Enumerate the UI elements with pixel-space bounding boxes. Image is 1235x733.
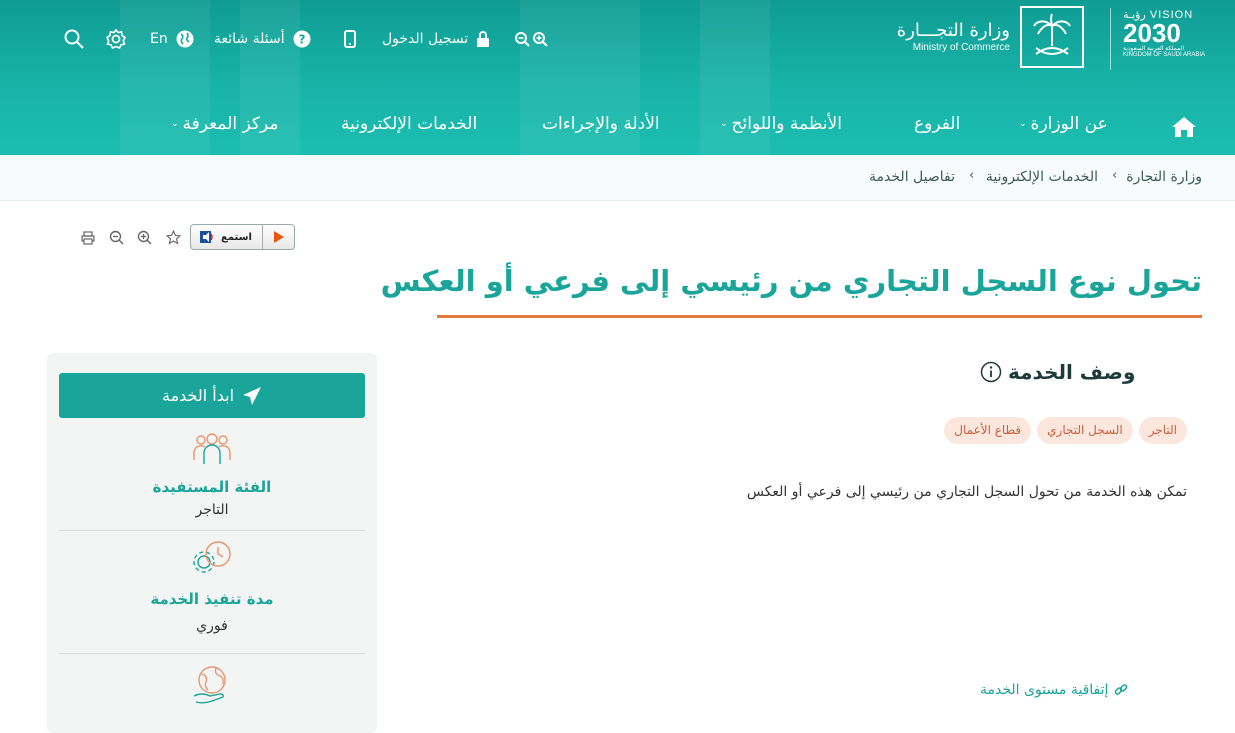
- breadcrumb-item-ministry[interactable]: وزارة التجارة: [1126, 169, 1202, 185]
- ministry-name-arabic: وزارة التجـــارة: [896, 20, 1010, 41]
- nav-item-label: الأدلة والإجراءات: [542, 114, 660, 134]
- sidebar-divider: [59, 653, 365, 654]
- service-description-text: تمكن هذه الخدمة من تحول السجل التجاري من…: [746, 484, 1187, 500]
- help-icon: ?: [293, 30, 311, 48]
- nav-item-eservices[interactable]: الخدمات الإلكترونية: [341, 114, 477, 134]
- nav-item-regulations[interactable]: الأنظمة واللوائح ⌄: [720, 114, 842, 134]
- start-service-button[interactable]: ابدأ الخدمة: [59, 373, 365, 418]
- nav-item-about[interactable]: عن الوزارة ⌄: [1019, 114, 1108, 134]
- login-link[interactable]: تسجيل الدخول: [382, 27, 490, 51]
- listen-label: استمع: [221, 231, 252, 243]
- home-icon[interactable]: [1171, 116, 1197, 138]
- send-icon: [242, 386, 262, 406]
- language-label: En: [150, 31, 168, 47]
- sla-link[interactable]: إتفاقية مستوى الخدمة: [980, 682, 1185, 698]
- breadcrumb: وزارة التجارة › الخدمات الإلكترونية › تف…: [0, 155, 1235, 201]
- beneficiary-label: الفئة المستفيدة: [152, 478, 272, 496]
- lock-icon: [476, 31, 490, 47]
- nav-item-branches[interactable]: الفروع: [914, 114, 960, 134]
- chevron-down-icon: ⌄: [171, 119, 179, 129]
- nav-item-label: الأنظمة واللوائح: [731, 114, 842, 134]
- nav-item-label: مركز المعرفة: [182, 114, 279, 134]
- vision-logo-year: 2030: [1123, 18, 1181, 48]
- clock-gear-icon: [59, 540, 365, 576]
- users-icon: [59, 432, 365, 466]
- main-navigation: عن الوزارة ⌄ الفروع الأنظمة واللوائح ⌄ ا…: [0, 114, 1235, 138]
- sidebar-divider: [59, 530, 365, 531]
- tag-commercial-register[interactable]: السجل التجاري: [1037, 417, 1133, 444]
- info-icon: [980, 361, 1002, 383]
- duration-value: فوري: [196, 618, 228, 634]
- beneficiary-block: الفئة المستفيدة التاجر: [59, 432, 365, 518]
- mobile-icon[interactable]: [344, 27, 356, 51]
- nav-item-label: الفروع: [914, 114, 961, 134]
- channel-block: [59, 662, 365, 706]
- faq-link[interactable]: ? أسئلة شائعة: [214, 27, 311, 51]
- listen-divider: [261, 225, 263, 249]
- zoom-in-icon[interactable]: [532, 27, 548, 51]
- duration-block: مدة تنفيذ الخدمة فوري: [59, 540, 365, 634]
- title-divider: [437, 315, 1202, 318]
- service-description-heading: وصف الخدمة: [980, 360, 1185, 384]
- tag-merchant[interactable]: التاجر: [1138, 417, 1187, 444]
- duration-label: مدة تنفيذ الخدمة: [150, 590, 274, 608]
- chevron-left-icon: ›: [1112, 168, 1118, 183]
- tag-list: التاجر السجل التجاري قطاع الأعمال: [944, 417, 1187, 444]
- palm-swords-emblem-icon[interactable]: [1020, 6, 1084, 68]
- vision-2030-logo[interactable]: VISION رؤيـة 2030 المملكة العربية السعود…: [1110, 8, 1205, 70]
- print-icon[interactable]: [81, 230, 95, 256]
- site-header: VISION رؤيـة 2030 المملكة العربية السعود…: [0, 0, 1235, 155]
- nav-item-knowledge-center[interactable]: مركز المعرفة ⌄: [171, 114, 278, 134]
- nav-item-label: الخدمات الإلكترونية: [341, 114, 478, 134]
- sla-link-label: إتفاقية مستوى الخدمة: [980, 682, 1109, 698]
- vision-logo-subtext: المملكة العربية السعودية KINGDOM OF SAUD…: [1122, 46, 1205, 58]
- chevron-down-icon: ⌄: [720, 119, 728, 129]
- login-label: تسجيل الدخول: [382, 31, 469, 47]
- play-icon: [273, 230, 285, 244]
- section-title-label: وصف الخدمة: [1008, 360, 1136, 384]
- svg-text:?: ?: [298, 33, 305, 47]
- beneficiary-value: التاجر: [195, 502, 229, 518]
- faq-label: أسئلة شائعة: [214, 31, 285, 47]
- globe-icon: [176, 30, 194, 48]
- star-icon[interactable]: [165, 229, 182, 256]
- nav-item-guides[interactable]: الأدلة والإجراءات: [542, 114, 660, 134]
- speaker-icon: [199, 229, 215, 245]
- search-icon[interactable]: [64, 27, 84, 51]
- link-icon: [1114, 683, 1128, 697]
- breadcrumb-item-eservices[interactable]: الخدمات الإلكترونية: [986, 169, 1098, 185]
- start-service-label: ابدأ الخدمة: [161, 386, 235, 405]
- globe-hand-icon: [59, 662, 365, 706]
- chevron-left-icon: ›: [969, 168, 975, 183]
- tag-business-sector[interactable]: قطاع الأعمال: [944, 417, 1032, 444]
- language-switch[interactable]: En: [150, 27, 194, 51]
- chevron-down-icon: ⌄: [1019, 119, 1027, 129]
- nav-item-label: عن الوزارة: [1030, 114, 1108, 134]
- zoom-in-icon[interactable]: [137, 230, 152, 256]
- zoom-out-icon[interactable]: [514, 27, 530, 51]
- breadcrumb-item-current: تفاصيل الخدمة: [869, 169, 955, 185]
- gear-icon[interactable]: [105, 27, 127, 51]
- zoom-out-icon[interactable]: [109, 230, 124, 256]
- listen-button[interactable]: استمع: [190, 224, 295, 250]
- ministry-name-english: Ministry of Commerce: [912, 42, 1010, 53]
- page-title: تحول نوع السجل التجاري من رئيسي إلى فرعي…: [380, 264, 1202, 298]
- ministry-name[interactable]: وزارة التجـــارة Ministry of Commerce: [880, 20, 1010, 53]
